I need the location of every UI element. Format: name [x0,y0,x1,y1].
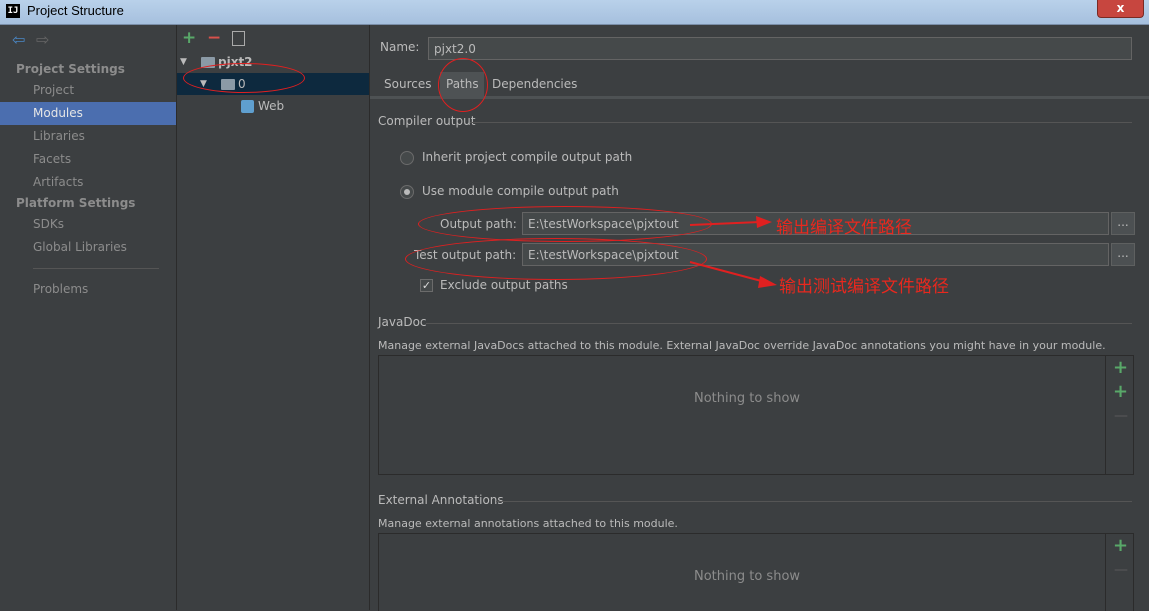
annotation-arrows [689,216,777,288]
annotation-arrowhead [756,216,772,228]
annotation-arrow-line [689,221,761,226]
annotation-arrow-line [689,261,766,283]
annotation-arrowhead [758,276,777,288]
annotation-test-note: 输出测试编译文件路径 [779,277,949,297]
annotation-output-note: 输出编译文件路径 [776,218,912,238]
